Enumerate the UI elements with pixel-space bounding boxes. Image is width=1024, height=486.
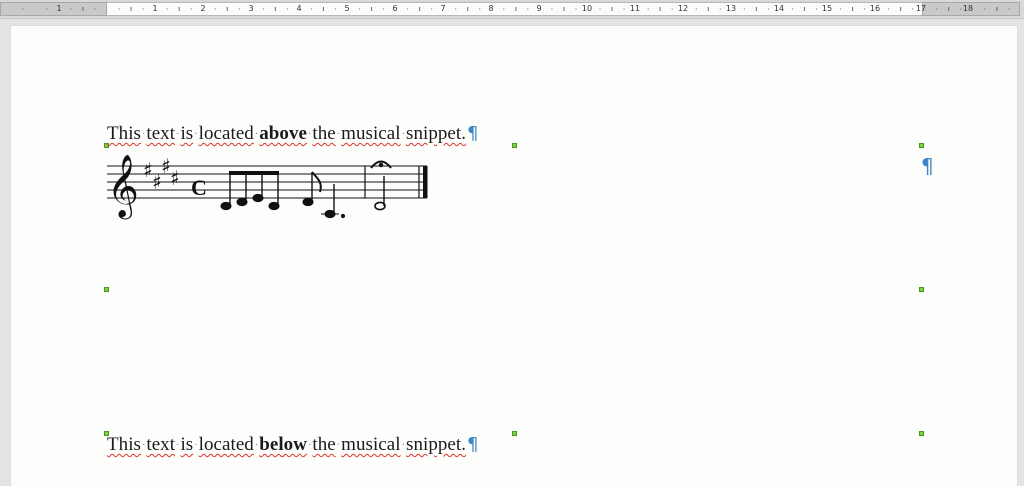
music-snippet[interactable]: 𝄞 ♯ ♯ ♯ ♯ C xyxy=(105,152,435,224)
word: the xyxy=(312,123,336,144)
paragraph-mark-icon: ¶ xyxy=(921,154,934,178)
dotted-quarter-note-icon xyxy=(321,184,346,219)
word: is xyxy=(180,123,194,144)
ruler-number: 1 xyxy=(152,4,158,13)
document-page[interactable] xyxy=(11,26,1017,486)
paragraph-below[interactable]: This·text·is·located·below·the·musical·s… xyxy=(107,434,479,456)
word: musical xyxy=(341,434,401,455)
word: This xyxy=(107,123,141,144)
ruler-number: 14 xyxy=(773,4,785,13)
paragraph-mark-icon: ¶ xyxy=(467,434,479,455)
word: located xyxy=(198,434,254,455)
common-time-icon: C xyxy=(191,175,207,200)
frame-handle[interactable] xyxy=(919,431,924,436)
ruler-number: 8 xyxy=(488,4,494,13)
frame-handle[interactable] xyxy=(104,287,109,292)
ruler-number: 12 xyxy=(677,4,689,13)
ruler-number: 16 xyxy=(869,4,881,13)
ruler-number: 7 xyxy=(440,4,446,13)
ruler-number: 10 xyxy=(581,4,593,13)
word: the xyxy=(312,434,336,455)
key-signature-icon: ♯ ♯ ♯ ♯ xyxy=(143,154,180,194)
svg-text:♯: ♯ xyxy=(170,166,180,190)
frame-handle[interactable] xyxy=(512,143,517,148)
ruler-number: 18 xyxy=(962,4,974,13)
paragraph-above[interactable]: This·text·is·located·above·the·musical·s… xyxy=(107,123,479,145)
horizontal-ruler[interactable]: 1 1 2 3 4 5 6 7 8 9 10 11 12 13 14 15 16 17 18 xyxy=(0,0,1024,19)
frame-handle[interactable] xyxy=(512,431,517,436)
ruler-number: 2 xyxy=(200,4,206,13)
treble-clef-icon: 𝄞 xyxy=(107,154,139,220)
ruler-number: 1 xyxy=(56,4,62,13)
word: text xyxy=(146,434,176,455)
ruler-number: 13 xyxy=(725,4,737,13)
ruler-number: 9 xyxy=(536,4,542,13)
word: above xyxy=(259,123,307,144)
frame-handle[interactable] xyxy=(919,143,924,148)
word: text xyxy=(146,123,176,144)
word: located xyxy=(198,123,254,144)
ruler-number: 3 xyxy=(248,4,254,13)
ruler-number: 17 xyxy=(915,4,927,13)
word: This xyxy=(107,434,141,455)
word: below xyxy=(259,434,307,455)
word: snippet. xyxy=(406,123,467,144)
eighth-note-icon xyxy=(302,171,322,207)
paragraph-mark-icon: ¶ xyxy=(467,123,479,144)
half-note-fermata-icon xyxy=(370,160,392,211)
ruler-number: 6 xyxy=(392,4,398,13)
word: snippet. xyxy=(406,434,467,455)
ruler-number: 4 xyxy=(296,4,302,13)
frame-handle[interactable] xyxy=(919,287,924,292)
ruler-number: 5 xyxy=(344,4,350,13)
ruler-number: 15 xyxy=(821,4,833,13)
ruler-number: 11 xyxy=(629,4,641,13)
word: musical xyxy=(341,123,401,144)
word: is xyxy=(180,434,194,455)
